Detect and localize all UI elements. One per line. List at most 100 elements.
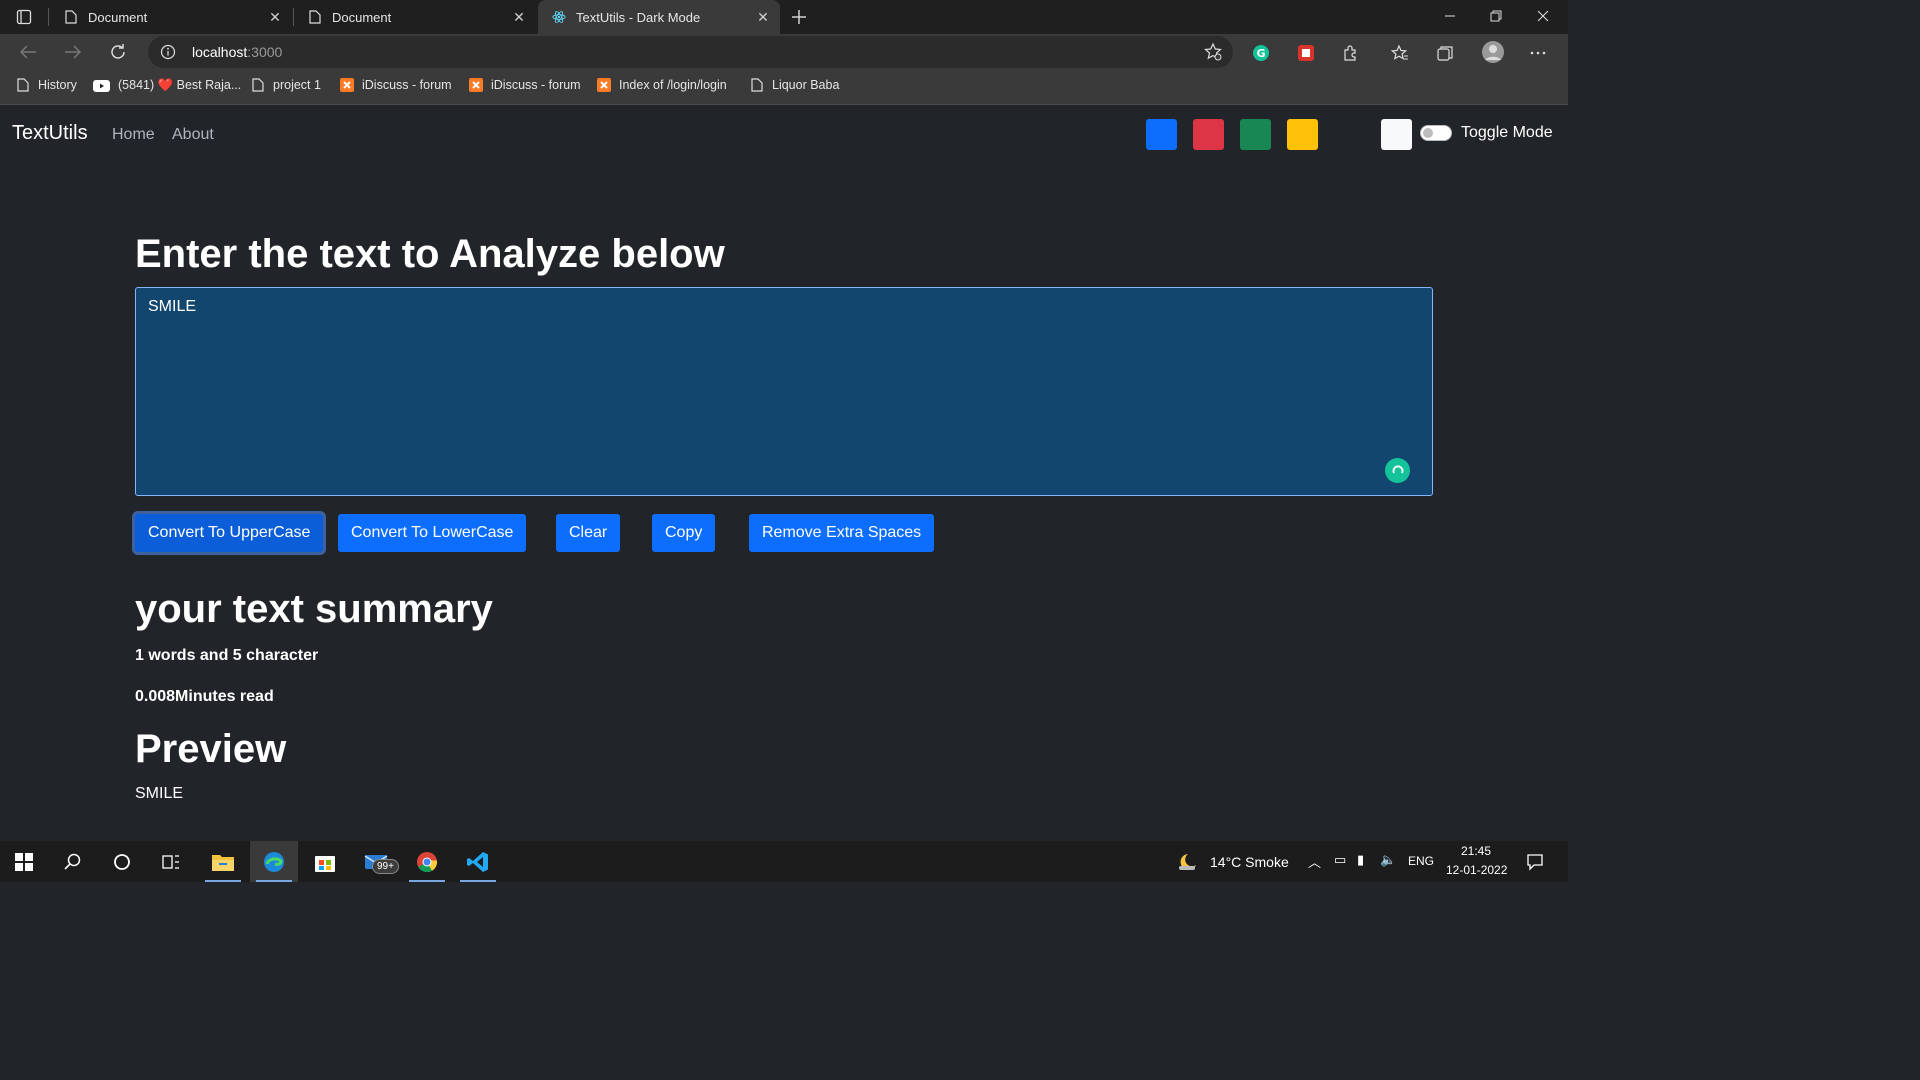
microsoft-store-icon[interactable] (301, 841, 349, 882)
collections-icon[interactable] (1434, 42, 1456, 64)
text-input-area[interactable]: SMILE (135, 287, 1433, 496)
browser-tab-bar: Document ✕ Document ✕ TextUtils - Dark M… (0, 0, 1568, 34)
page-icon (750, 78, 764, 92)
show-hidden-icons-chevron-icon[interactable]: ︿ (1308, 852, 1321, 871)
summary-heading: your text summary (135, 587, 493, 631)
tab-separator (48, 8, 49, 26)
tab-title: Document (88, 9, 148, 25)
info-icon[interactable] (160, 44, 176, 60)
more-options-icon[interactable] (1527, 42, 1549, 64)
url-bar[interactable]: localhost:3000 (148, 36, 1233, 68)
windows-start-icon[interactable] (0, 841, 48, 882)
bookmark-liquor-baba[interactable]: Liquor Baba (750, 78, 839, 92)
running-indicator (256, 880, 292, 882)
extensions-puzzle-icon[interactable] (1340, 42, 1362, 64)
svg-text:G: G (1256, 47, 1265, 60)
chrome-icon[interactable] (403, 841, 451, 882)
bookmark-history[interactable]: History (16, 78, 77, 92)
page-icon (251, 78, 265, 92)
edge-browser-icon[interactable] (250, 841, 298, 882)
language-indicator[interactable]: ENG (1408, 854, 1434, 868)
add-favorite-icon[interactable] (1203, 42, 1223, 62)
convert-lowercase-button[interactable]: Convert To LowerCase (338, 514, 527, 552)
xampp-icon (340, 78, 354, 92)
xampp-icon (469, 78, 483, 92)
running-indicator (460, 880, 496, 882)
extension-red-icon[interactable] (1295, 42, 1317, 64)
volume-icon[interactable]: 🔈 (1380, 852, 1396, 868)
copy-button[interactable]: Copy (652, 514, 716, 552)
bookmark-index-login[interactable]: Index of /login/login (597, 78, 727, 92)
search-icon[interactable] (49, 841, 97, 882)
app-navbar: TextUtils Home About Toggle Mode (0, 105, 1568, 163)
nav-link-home[interactable]: Home (112, 126, 155, 144)
browser-tab-textutils[interactable]: TextUtils - Dark Mode ✕ (538, 0, 780, 34)
bookmark-label: History (38, 78, 77, 92)
browser-tab-document-1[interactable]: Document ✕ (50, 0, 292, 34)
page-heading: Enter the text to Analyze below (135, 232, 725, 276)
bookmark-project-1[interactable]: project 1 (251, 78, 321, 92)
browser-tab-document-2[interactable]: Document ✕ (294, 0, 536, 34)
tab-actions-icon[interactable] (14, 7, 34, 27)
weather-moon-icon[interactable] (1165, 841, 1209, 882)
xampp-icon (597, 78, 611, 92)
restore-icon[interactable] (1473, 0, 1519, 32)
bookmarks-bar: History (5841) ❤️ Best Raja... project 1… (0, 70, 1568, 105)
os-taskbar: 14°C Smoke ︿ ▭ ▮ 🔈 ENG 21:45 12-01-2022 (0, 841, 1568, 882)
theme-swatch-light[interactable] (1381, 119, 1412, 150)
page-icon (16, 78, 30, 92)
word-character-count: 1 words and 5 character (135, 647, 319, 664)
clock-time[interactable]: 21:45 (1461, 844, 1491, 858)
bookmark-label: iDiscuss - forum (491, 78, 581, 92)
clock-date[interactable]: 12-01-2022 (1446, 863, 1507, 877)
convert-uppercase-button[interactable]: Convert To UpperCase (135, 514, 324, 552)
url-text: localhost:3000 (192, 44, 283, 60)
bookmark-label: Index of /login/login (619, 78, 727, 92)
back-arrow-icon[interactable] (15, 40, 41, 64)
read-time: 0.008Minutes read (135, 688, 274, 705)
battery-icon[interactable]: ▮ (1357, 852, 1364, 868)
notification-center-icon[interactable] (1512, 841, 1558, 882)
theme-swatch-yellow[interactable] (1287, 119, 1318, 150)
theme-swatch-blue[interactable] (1146, 119, 1177, 150)
bookmark-idiscuss-1[interactable]: iDiscuss - forum (340, 78, 452, 92)
bookmark-label: iDiscuss - forum (362, 78, 452, 92)
bookmark-youtube[interactable]: (5841) ❤️ Best Raja... (93, 78, 241, 93)
theme-swatch-green[interactable] (1240, 119, 1271, 150)
forward-arrow-icon[interactable] (60, 40, 86, 64)
close-icon[interactable]: ✕ (508, 6, 530, 28)
toggle-mode-label: Toggle Mode (1461, 124, 1553, 141)
task-view-icon[interactable] (147, 841, 195, 882)
bookmark-label: (5841) ❤️ Best Raja... (118, 78, 242, 92)
favorites-icon[interactable] (1389, 42, 1411, 64)
new-tab-icon[interactable] (787, 5, 811, 29)
meet-now-icon[interactable]: ▭ (1334, 852, 1346, 868)
refresh-icon[interactable] (105, 40, 131, 64)
toggle-knob (1423, 128, 1433, 138)
remove-extra-spaces-button[interactable]: Remove Extra Spaces (749, 514, 935, 552)
minimize-icon[interactable] (1427, 0, 1473, 32)
bookmark-label: Liquor Baba (772, 78, 840, 92)
preview-heading: Preview (135, 727, 287, 771)
close-icon[interactable]: ✕ (264, 6, 286, 28)
brand-link[interactable]: TextUtils (12, 122, 88, 145)
grammarly-extension-icon[interactable]: G (1250, 42, 1272, 64)
bookmark-idiscuss-2[interactable]: iDiscuss - forum (469, 78, 581, 92)
profile-avatar-icon[interactable] (1481, 40, 1505, 64)
vscode-icon[interactable] (454, 841, 502, 882)
cortana-icon[interactable] (98, 841, 146, 882)
grammarly-icon[interactable] (1385, 458, 1410, 483)
page-icon (308, 10, 322, 24)
running-indicator (409, 880, 445, 882)
mode-toggle-switch[interactable] (1420, 125, 1452, 141)
close-icon[interactable]: ✕ (752, 6, 774, 28)
theme-swatch-red[interactable] (1193, 119, 1224, 150)
clear-button[interactable]: Clear (556, 514, 621, 552)
weather-text[interactable]: 14°C Smoke (1210, 854, 1289, 870)
nav-link-about[interactable]: About (172, 126, 214, 144)
running-indicator (205, 880, 241, 882)
react-icon (552, 10, 566, 24)
window-close-icon[interactable] (1520, 0, 1566, 32)
mail-unread-badge: 99+ (372, 859, 399, 874)
file-explorer-icon[interactable] (199, 841, 247, 882)
